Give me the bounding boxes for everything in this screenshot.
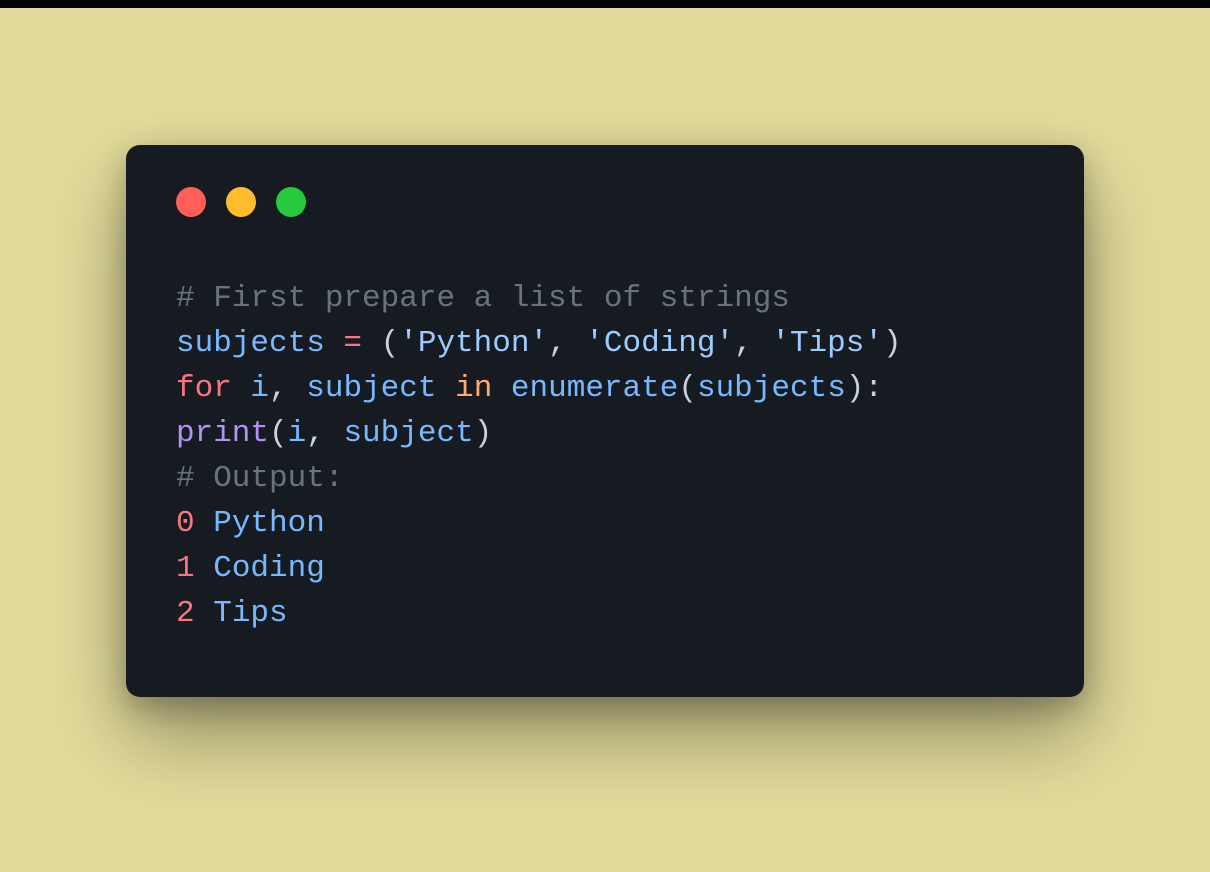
code-comment: # Output: xyxy=(176,461,343,496)
output-number: 2 xyxy=(176,596,195,631)
code-identifier: i xyxy=(250,371,269,406)
output-number: 1 xyxy=(176,551,195,586)
code-punct: , xyxy=(548,326,585,361)
code-call: enumerate xyxy=(511,371,678,406)
output-text: Coding xyxy=(213,551,325,586)
code-space xyxy=(436,371,455,406)
output-number: 0 xyxy=(176,506,195,541)
code-punct: , xyxy=(269,371,306,406)
code-identifier: subjects xyxy=(176,326,325,361)
code-comment: # First prepare a list of strings xyxy=(176,281,790,316)
code-identifier: i xyxy=(288,416,307,451)
zoom-icon[interactable] xyxy=(276,187,306,217)
output-text: Python xyxy=(213,506,325,541)
close-icon[interactable] xyxy=(176,187,206,217)
code-identifier: subjects xyxy=(697,371,846,406)
code-keyword: for xyxy=(176,371,232,406)
code-punct: ) xyxy=(474,416,493,451)
code-string: 'Coding' xyxy=(585,326,734,361)
code-window: # First prepare a list of strings subjec… xyxy=(126,145,1084,697)
code-punct: ( xyxy=(269,416,288,451)
code-space xyxy=(492,371,511,406)
code-punct: , xyxy=(734,326,771,361)
code-operator: = xyxy=(325,326,381,361)
code-block: # First prepare a list of strings subjec… xyxy=(176,277,1034,637)
code-punct: , xyxy=(306,416,343,451)
output-text: Tips xyxy=(213,596,287,631)
code-string: 'Tips' xyxy=(771,326,883,361)
code-punct: ) xyxy=(846,371,865,406)
minimize-icon[interactable] xyxy=(226,187,256,217)
code-string: 'Python' xyxy=(399,326,548,361)
page-top-bar xyxy=(0,0,1210,8)
code-space xyxy=(232,371,251,406)
code-punct: : xyxy=(864,371,883,406)
code-identifier: subject xyxy=(306,371,436,406)
code-punct: ( xyxy=(678,371,697,406)
window-traffic-lights xyxy=(176,187,1034,217)
code-keyword: in xyxy=(455,371,492,406)
code-punct: ) xyxy=(883,326,902,361)
code-punct: ( xyxy=(381,326,400,361)
code-call: print xyxy=(176,416,269,451)
code-identifier: subject xyxy=(343,416,473,451)
